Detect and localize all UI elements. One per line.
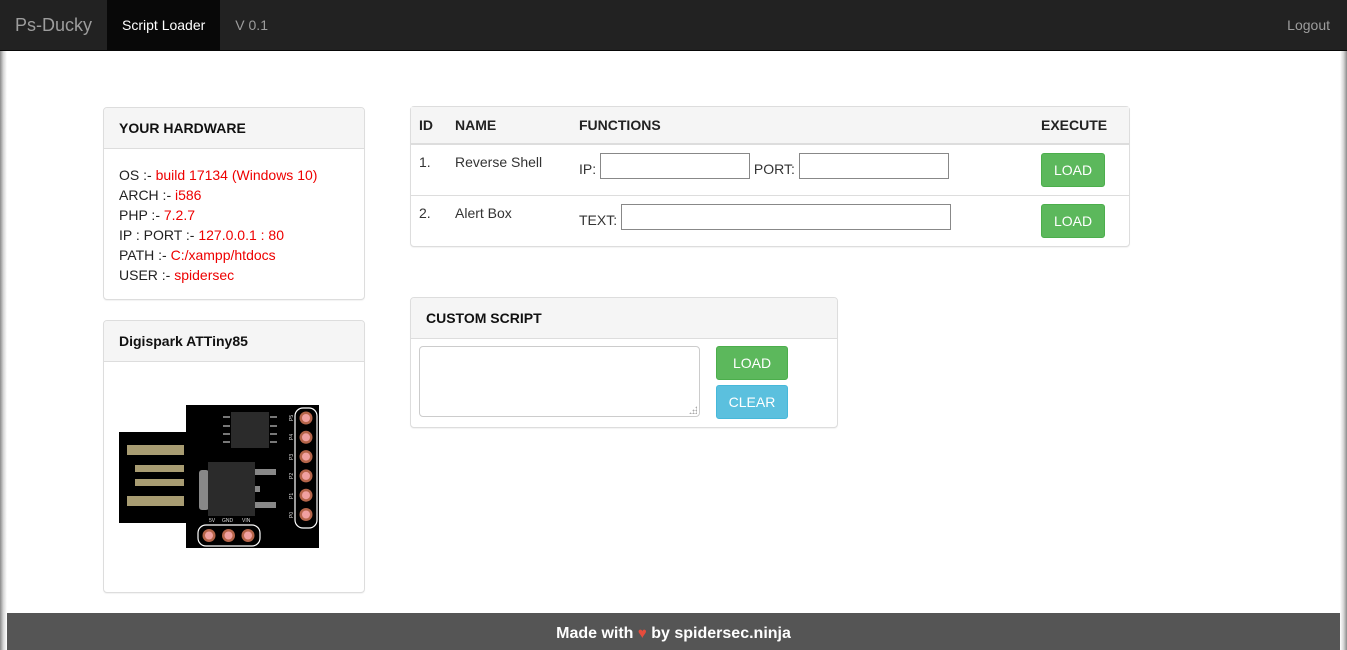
hardware-label: ARCH :- (119, 187, 175, 203)
regulator-tab (199, 470, 209, 510)
footer-suffix: by spidersec.ninja (651, 625, 791, 642)
hardware-label: OS :- (119, 167, 156, 183)
hardware-info-list: OS :- build 17134 (Windows 10) ARCH :- i… (104, 149, 364, 285)
text-label: TEXT: (579, 211, 618, 228)
custom-script-title: CUSTOM SCRIPT (411, 298, 837, 339)
hardware-row-php: PHP :- 7.2.7 (119, 205, 349, 225)
hardware-value: build 17134 (Windows 10) (155, 167, 318, 183)
pin-pad-p4-hole (302, 433, 310, 442)
regulator-lead (255, 502, 276, 508)
custom-script-textarea[interactable] (419, 346, 700, 417)
pin-label-5v: 5V (209, 518, 216, 524)
row-name: Alert Box (455, 204, 512, 221)
pin-pad-vin-hole (244, 531, 252, 540)
pin-pad-5v-hole (205, 531, 213, 540)
usb-contact (135, 479, 184, 486)
hardware-panel: YOUR HARDWARE OS :- build 17134 (Windows… (103, 107, 365, 300)
column-header-execute: EXECUTE (1033, 107, 1129, 145)
digispark-board-image: 5V GND VIN P5 P4 P3 P2 P1 P0 (119, 405, 321, 553)
row-execute: LOAD (1033, 144, 1129, 196)
hardware-label: PATH :- (119, 247, 171, 263)
reverse-shell-load-button[interactable]: LOAD (1041, 153, 1105, 187)
pin-label-p2: P2 (289, 473, 295, 479)
voltage-regulator (208, 462, 255, 516)
column-header-functions: FUNCTIONS (571, 107, 1033, 145)
usb-contact (135, 465, 184, 472)
pin-label-p0: P0 (289, 512, 295, 518)
reverse-shell-port-input[interactable] (798, 153, 949, 179)
pin-pad-p1-hole (302, 491, 310, 500)
nav-item-script-loader[interactable]: Script Loader (107, 0, 221, 50)
hardware-value: spidersec (174, 267, 235, 283)
page-edge-shadow-right (1340, 51, 1347, 650)
digispark-board-illustration: 5V GND VIN P5 P4 P3 P2 P1 P0 (119, 405, 319, 548)
port-label: PORT: (753, 161, 795, 177)
hardware-panel-title: YOUR HARDWARE (104, 108, 364, 149)
row-id: 1. (411, 144, 447, 196)
hardware-row-user: USER :- spidersec (119, 265, 349, 285)
hardware-row-os: OS :- build 17134 (Windows 10) (119, 165, 349, 185)
hardware-value: C:/xampp/htdocs (170, 247, 276, 263)
usb-contact (127, 445, 184, 455)
reverse-shell-ip-input[interactable] (600, 153, 751, 179)
scripts-table-panel: ID NAME FUNCTIONS EXECUTE 1. Reverse She… (410, 106, 1130, 247)
regulator-lead (255, 486, 260, 492)
page-edge-shadow-left (0, 51, 7, 650)
pin-label-vin: VIN (242, 518, 251, 524)
pin-pad-p0-hole (302, 510, 310, 519)
custom-script-load-button[interactable]: LOAD (716, 346, 788, 380)
footer-prefix: Made with (556, 625, 634, 642)
table-row: 1. Reverse Shell IP: PORT: LOAD (411, 144, 1129, 196)
custom-script-clear-button[interactable]: CLEAR (716, 385, 788, 419)
device-panel-title: Digispark ATTiny85 (104, 321, 364, 362)
pin-pad-p5-hole (302, 414, 310, 422)
logout-link[interactable]: Logout (1272, 0, 1347, 50)
heart-icon: ♥ (637, 625, 647, 642)
scripts-table: ID NAME FUNCTIONS EXECUTE 1. Reverse She… (411, 107, 1129, 246)
hardware-row-arch: ARCH :- i586 (119, 185, 349, 205)
nav-item-version[interactable]: V 0.1 (220, 0, 283, 50)
hardware-label: USER :- (119, 267, 175, 283)
pin-pad-gnd-hole (224, 531, 233, 540)
pin-label-p3: P3 (289, 454, 295, 460)
column-header-name: NAME (447, 107, 571, 145)
alert-box-text-input[interactable] (621, 203, 952, 230)
pin-label-p5: P5 (289, 415, 295, 421)
alert-box-load-button[interactable]: LOAD (1041, 203, 1105, 238)
column-header-id: ID (411, 107, 447, 145)
row-id: 2. (419, 204, 431, 221)
table-row: 2. Alert Box TEXT: LOAD (411, 195, 1129, 246)
pin-label-gnd: GND (222, 518, 234, 524)
row-functions: IP: PORT: (571, 144, 1033, 196)
hardware-row-path: PATH :- C:/xampp/htdocs (119, 245, 349, 265)
pin-pad-p3-hole (302, 452, 310, 461)
hardware-label: IP : PORT :- (119, 227, 199, 243)
top-navbar: Ps-Ducky Script Loader V 0.1 Logout (0, 0, 1347, 51)
ip-label: IP: (579, 161, 597, 177)
row-name: Reverse Shell (447, 144, 571, 196)
usb-contact (127, 496, 184, 506)
hardware-row-ip-port: IP : PORT :- 127.0.0.1 : 80 (119, 225, 349, 245)
custom-script-panel: CUSTOM SCRIPT LOAD CLEAR (410, 297, 838, 428)
table-header-row: ID NAME FUNCTIONS EXECUTE (411, 107, 1129, 145)
brand-link[interactable]: Ps-Ducky (0, 0, 107, 50)
device-panel: Digispark ATTiny85 5V GND VIN P5 P4 P3 P… (103, 320, 365, 593)
hardware-value: i586 (175, 187, 202, 203)
row-execute: LOAD (1033, 195, 1129, 246)
pin-label-p4: P4 (289, 434, 295, 440)
hardware-label: PHP :- (119, 207, 164, 223)
row-functions: TEXT: (571, 195, 1033, 246)
pin-pad-p2-hole (302, 471, 310, 480)
pin-label-p1: P1 (289, 493, 295, 499)
hardware-value: 127.0.0.1 : 80 (198, 227, 284, 243)
attiny-chip (231, 412, 269, 448)
hardware-value: 7.2.7 (163, 207, 196, 223)
footer: Made with ♥ by spidersec.ninja (0, 613, 1347, 650)
regulator-lead (255, 469, 276, 475)
